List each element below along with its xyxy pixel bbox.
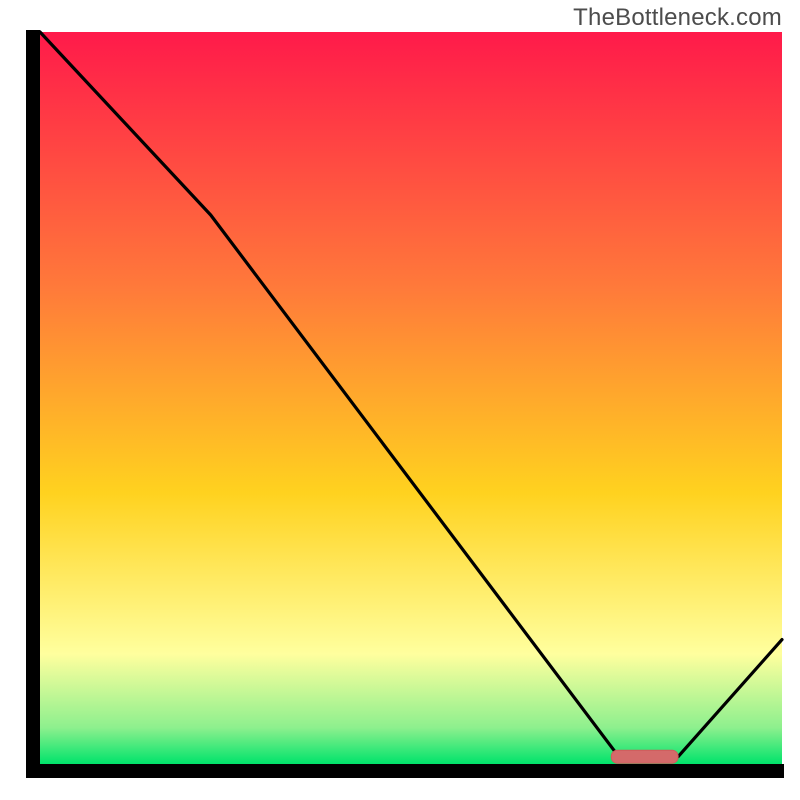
optimal-marker bbox=[611, 750, 678, 763]
plot-background bbox=[40, 32, 782, 764]
chart-svg bbox=[0, 0, 800, 800]
chart-container: { "watermark": "TheBottleneck.com", "col… bbox=[0, 0, 800, 800]
